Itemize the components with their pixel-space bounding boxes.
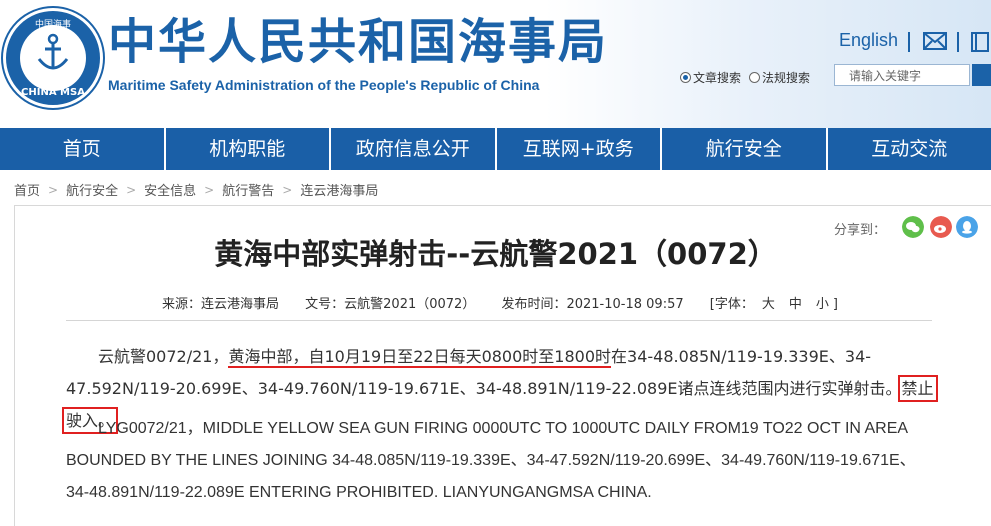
breadcrumb-item[interactable]: 首页 — [14, 180, 40, 199]
nav-item-interaction[interactable]: 互动交流 — [828, 128, 991, 170]
radio-law-label[interactable]: 法规搜索 — [762, 69, 810, 86]
nav-item-functions[interactable]: 机构职能 — [166, 128, 332, 170]
breadcrumb-item[interactable]: 航行安全 — [66, 180, 118, 199]
chevron-right-icon: > — [126, 183, 136, 197]
msa-logo[interactable]: 中国海事 CHINA MSA — [3, 8, 103, 108]
search-type-options: 文章搜索 法规搜索 — [680, 69, 810, 86]
book-icon[interactable] — [970, 32, 990, 52]
en-para-text: LYG0072/21，MIDDLE YELLOW SEA GUN FIRING … — [66, 420, 916, 501]
meta-divider — [66, 320, 932, 321]
breadcrumb-item[interactable]: 安全信息 — [144, 180, 196, 199]
logo-bottom-text: CHINA MSA — [16, 87, 90, 98]
nav-item-home[interactable]: 首页 — [0, 128, 166, 170]
english-link[interactable]: English — [839, 30, 898, 51]
site-header: 中国海事 CHINA MSA 中华人民共和国海事局 Maritime Safet… — [0, 0, 991, 128]
breadcrumb: 首页 > 航行安全 > 安全信息 > 航行警告 > 连云港海事局 — [14, 180, 378, 199]
radio-article-search[interactable] — [680, 72, 691, 83]
nav-item-nav-safety[interactable]: 航行安全 — [662, 128, 828, 170]
chevron-right-icon: > — [204, 183, 214, 197]
anchor-icon — [36, 33, 70, 73]
article-title: 黄海中部实弹射击--云航警2021（0072） — [0, 231, 991, 273]
search-button[interactable] — [972, 64, 991, 86]
article-doc-number: 文号：云航警2021（0072） — [305, 297, 475, 312]
breadcrumb-item[interactable]: 航行警告 — [222, 180, 274, 199]
header-divider — [908, 32, 910, 52]
article-paragraph-en: LYG0072/21，MIDDLE YELLOW SEA GUN FIRING … — [66, 413, 936, 509]
font-size-large[interactable]: 大 — [762, 297, 775, 312]
chevron-right-icon: > — [48, 183, 58, 197]
nav-item-internet-gov[interactable]: 互联网+政务 — [497, 128, 663, 170]
article-meta: 来源：连云港海事局 文号：云航警2021（0072） 发布时间：2021-10-… — [162, 293, 860, 312]
cn-para-highlight: 黄海中部，自10月19日至22日每天0800时至1800时 — [228, 347, 611, 368]
search-input[interactable]: 请输入关键字 — [834, 64, 970, 86]
font-size-close: ] — [833, 297, 838, 312]
font-size-label: [字体： — [710, 297, 754, 312]
main-nav: 首页 机构职能 政府信息公开 互联网+政务 航行安全 互动交流 — [0, 128, 991, 170]
cn-para-prefix: 云航警0072/21， — [98, 347, 228, 366]
article-source: 来源：连云港海事局 — [162, 297, 279, 312]
radio-article-label[interactable]: 文章搜索 — [693, 69, 741, 86]
radio-law-search[interactable] — [749, 72, 760, 83]
site-title[interactable]: 中华人民共和国海事局 — [108, 14, 608, 70]
chevron-right-icon: > — [282, 183, 292, 197]
site-subtitle: Maritime Safety Administration of the Pe… — [108, 77, 539, 93]
breadcrumb-item[interactable]: 连云港海事局 — [300, 180, 378, 199]
font-size-medium[interactable]: 中 — [789, 297, 802, 312]
header-divider — [957, 32, 959, 52]
mail-icon[interactable] — [923, 32, 947, 50]
article-publish-time: 发布时间：2021-10-18 09:57 — [501, 297, 683, 312]
font-size-small[interactable]: 小 — [816, 297, 829, 312]
nav-item-gov-info[interactable]: 政府信息公开 — [331, 128, 497, 170]
